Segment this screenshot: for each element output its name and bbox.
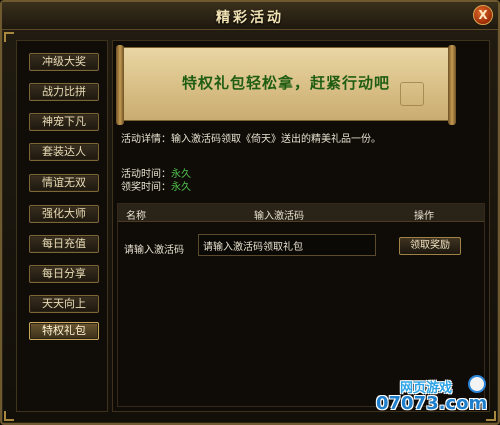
activation-code-input[interactable] bbox=[198, 234, 376, 256]
frame-corner-decoration bbox=[486, 411, 496, 421]
site-watermark: 网页游戏 07073.com bbox=[374, 375, 488, 415]
row-label: 请输入激活码 bbox=[124, 245, 184, 256]
claim-time-value: 永久 bbox=[171, 182, 191, 193]
detail-text: 输入激活码领取《倚天》送出的精美礼品一份。 bbox=[171, 134, 381, 145]
title-bar: 精彩活动 X bbox=[2, 2, 498, 30]
close-icon[interactable]: X bbox=[473, 5, 493, 25]
header-name: 名称 bbox=[126, 211, 146, 222]
claim-reward-button[interactable]: 领取奖励 bbox=[399, 237, 461, 255]
sidebar-item-pet-descend[interactable]: 神宠下凡 bbox=[29, 113, 99, 131]
watermark-bottom-text: 07073.com bbox=[376, 393, 488, 414]
seal-decoration bbox=[400, 82, 424, 106]
sidebar-item-daily-recharge[interactable]: 每日充值 bbox=[29, 235, 99, 253]
sidebar-item-level-reward[interactable]: 冲级大奖 bbox=[29, 53, 99, 71]
sidebar-item-power-contest[interactable]: 战力比拼 bbox=[29, 83, 99, 101]
sidebar-item-privilege-pack[interactable]: 特权礼包 bbox=[29, 322, 99, 340]
sidebar-item-daily-progress[interactable]: 天天向上 bbox=[29, 295, 99, 313]
claim-time-row: 领奖时间：永久 bbox=[121, 178, 191, 193]
activity-sidebar: 冲级大奖 战力比拼 神宠下凡 套装达人 情谊无双 强化大师 每日充值 每日分享 … bbox=[16, 40, 108, 412]
window-title: 精彩活动 bbox=[216, 10, 284, 26]
mascot-icon bbox=[468, 375, 486, 393]
sidebar-item-suit-master[interactable]: 套装达人 bbox=[29, 143, 99, 161]
sidebar-item-daily-share[interactable]: 每日分享 bbox=[29, 265, 99, 283]
frame-corner-decoration bbox=[4, 32, 14, 42]
frame-corner-decoration bbox=[4, 411, 14, 421]
claim-time-label: 领奖时间： bbox=[121, 182, 171, 193]
activity-content-panel: 特权礼包轻松拿，赶紧行动吧 活动详情：输入激活码领取《倚天》送出的精美礼品一份。… bbox=[112, 40, 490, 412]
sidebar-item-friendship[interactable]: 情谊无双 bbox=[29, 174, 99, 192]
header-action: 操作 bbox=[414, 211, 434, 222]
detail-label: 活动详情： bbox=[121, 134, 171, 145]
header-code: 输入激活码 bbox=[254, 211, 304, 222]
sidebar-item-enhance-master[interactable]: 强化大师 bbox=[29, 205, 99, 223]
activity-window: 精彩活动 X 冲级大奖 战力比拼 神宠下凡 套装达人 情谊无双 强化大师 每日充… bbox=[0, 0, 500, 425]
privilege-banner: 特权礼包轻松拿，赶紧行动吧 bbox=[116, 45, 456, 125]
activity-detail: 活动详情：输入激活码领取《倚天》送出的精美礼品一份。 bbox=[121, 130, 381, 145]
table-header: 名称 输入激活码 操作 bbox=[118, 204, 484, 222]
